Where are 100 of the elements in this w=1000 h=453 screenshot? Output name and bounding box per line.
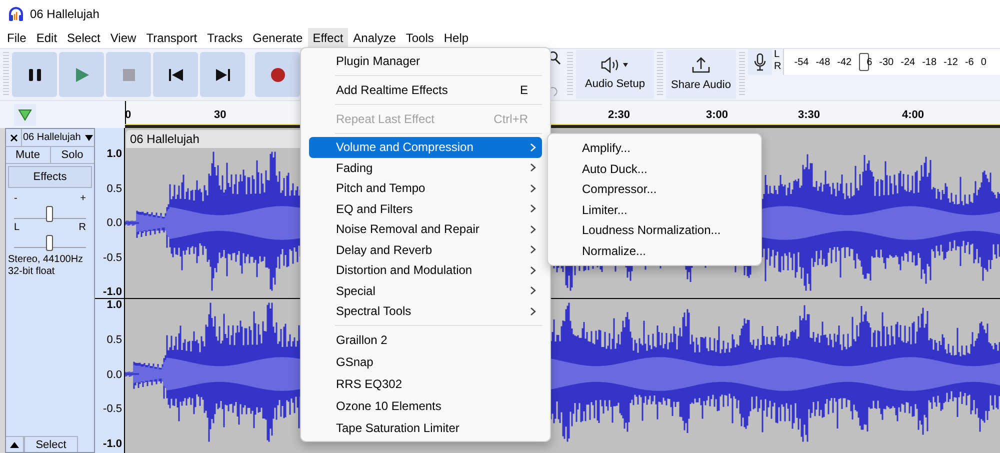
window-title: 06 Hallelujah — [30, 6, 100, 23]
submenu-item[interactable]: Distortion and Modulation — [309, 260, 542, 280]
menu-item[interactable]: Limiter... — [548, 200, 761, 220]
audio-setup-button[interactable]: Audio Setup — [576, 50, 654, 99]
ruler-tick-label: 3:00 — [706, 108, 728, 123]
chevron-right-icon — [530, 224, 536, 234]
menu-item[interactable]: Auto Duck... — [548, 158, 761, 179]
menu-item[interactable]: Transport — [141, 28, 202, 48]
menu-item[interactable]: Tape Saturation Limiter — [309, 416, 542, 438]
meter-channel-label: L — [774, 49, 781, 61]
menu-item[interactable]: Amplify... — [548, 138, 761, 158]
submenu-item[interactable]: EQ and Filters — [309, 198, 542, 219]
chevron-right-icon — [530, 286, 536, 296]
menu-item[interactable]: File — [2, 28, 32, 48]
menu-item[interactable]: Graillon 2 — [309, 328, 542, 350]
slider-track[interactable] — [14, 234, 86, 248]
gain-plus-label: + — [80, 194, 86, 204]
amplitude-scale-label: -0.5 — [103, 403, 122, 416]
solo-button[interactable]: Solo — [50, 147, 94, 163]
amplitude-scale-label: 1.0 — [106, 299, 122, 311]
ruler-tick-label: 3:30 — [798, 108, 820, 123]
ruler-tick-label: 4:00 — [902, 108, 924, 123]
share-audio-button[interactable]: Share Audio — [666, 50, 736, 99]
transport-button[interactable] — [12, 52, 57, 97]
slider-thumb[interactable] — [46, 235, 53, 251]
amplitude-scale-label: 1.0 — [106, 148, 122, 160]
submenu-item[interactable]: Volume and Compression — [309, 137, 542, 158]
gain-minus-label: - — [14, 194, 18, 204]
menu-item[interactable]: RRS EQ302 — [309, 372, 542, 394]
close-icon — [10, 134, 18, 142]
chevron-right-icon — [530, 306, 536, 316]
slider-thumb[interactable] — [46, 206, 53, 222]
menu-item[interactable]: Normalize... — [548, 240, 761, 261]
meter-slider-thumb[interactable] — [858, 53, 869, 71]
menu-item[interactable]: Ozone 10 Elements — [309, 394, 542, 416]
submenu-item[interactable]: Spectral Tools — [309, 301, 542, 322]
meter-channel-label: R — [774, 61, 782, 73]
meter-tick-label: -18 — [922, 56, 937, 70]
shortcut-text: E — [520, 82, 528, 99]
submenu-item[interactable]: Special — [309, 280, 542, 301]
menu-item[interactable]: View — [105, 28, 142, 48]
chevron-right-icon — [530, 245, 536, 254]
triangle-icon — [18, 108, 32, 120]
microphone-button[interactable] — [748, 49, 772, 75]
meter-tick-label: -24 — [900, 56, 916, 70]
transport-button[interactable] — [200, 52, 245, 97]
track-name-dropdown[interactable]: 06 Hallelujah — [22, 129, 94, 146]
select-button[interactable]: Select — [24, 436, 78, 452]
microphone-icon — [754, 53, 766, 71]
ruler-tick-label: 2:30 — [608, 108, 630, 123]
stop-icon — [120, 66, 136, 82]
menu-item[interactable]: Generate — [248, 28, 308, 48]
meter-tick-label: 0 — [980, 56, 986, 70]
chevron-right-icon — [530, 142, 536, 152]
upload-icon — [691, 56, 711, 74]
meter-tick-label: -42 — [837, 56, 852, 70]
timeline-options-button[interactable] — [14, 104, 36, 126]
amplitude-scale-label: 0.5 — [106, 182, 122, 194]
pan-left-label: L — [14, 223, 20, 233]
meter-tick-label: -54 — [794, 56, 809, 70]
menu-item[interactable]: Effect — [308, 28, 348, 48]
menu-item[interactable]: Tracks — [202, 28, 248, 48]
chevron-right-icon — [530, 266, 536, 275]
play-icon — [74, 66, 90, 82]
mute-button[interactable]: Mute — [6, 147, 50, 163]
menu-item[interactable]: Edit — [31, 28, 62, 48]
menu-item[interactable]: Plugin Manager — [309, 50, 542, 72]
submenu-item[interactable]: Noise Removal and Repair — [309, 219, 542, 240]
chevron-right-icon — [530, 163, 536, 172]
menu-item[interactable]: Loudness Normalization... — [548, 220, 761, 240]
menu-item[interactable]: GSnap — [309, 350, 542, 372]
transport-button[interactable] — [153, 52, 198, 97]
slider-track[interactable] — [14, 205, 86, 219]
headphones-icon — [8, 6, 24, 22]
amplitude-scale-label: 0.5 — [106, 334, 122, 346]
menu-item[interactable]: Compressor... — [548, 179, 761, 200]
menu-item[interactable]: Select — [62, 28, 106, 48]
menu-item[interactable]: Add Realtime Effects E — [309, 79, 542, 101]
submenu-item[interactable]: Pitch and Tempo — [309, 178, 542, 198]
speaker-icon — [600, 56, 630, 73]
effects-button[interactable]: Effects — [8, 166, 92, 188]
menu-item[interactable]: Analyze — [348, 28, 401, 48]
meter-tick-label: -30 — [879, 56, 894, 70]
menu-item[interactable]: Tools — [400, 28, 439, 48]
meter-tick-label: -12 — [944, 56, 958, 70]
submenu-item[interactable]: Fading — [309, 158, 542, 178]
zoom-icon[interactable] — [550, 51, 562, 65]
chevron-right-icon — [530, 184, 536, 193]
collapse-button[interactable] — [6, 436, 24, 452]
ruler-tick-label: 30 — [214, 108, 226, 123]
meter-tick-label: -6 — [964, 56, 974, 70]
dropdown-arrow-icon — [85, 134, 93, 140]
pause-icon — [26, 66, 42, 82]
submenu-item[interactable]: Delay and Reverb — [309, 240, 542, 260]
amplitude-scale-label: 0.0 — [106, 217, 122, 229]
menu-item[interactable]: Help — [438, 28, 474, 48]
amplitude-scale-label: -0.5 — [103, 252, 122, 264]
amplitude-scale-label: -1.0 — [103, 438, 122, 450]
clip-title-bar[interactable]: 06 Hallelujah — [126, 130, 302, 148]
meter-tick-label: -48 — [816, 56, 830, 70]
